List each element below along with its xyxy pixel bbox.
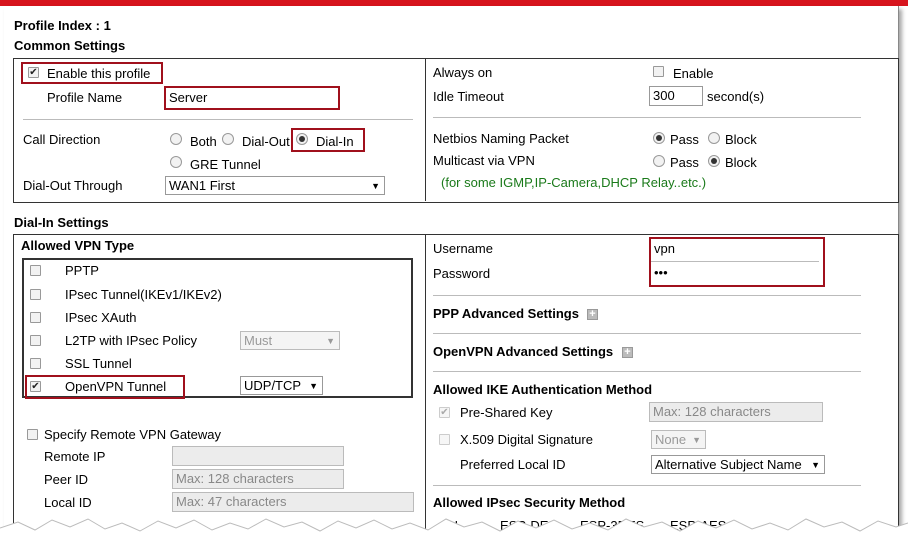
vpn-type-ssl-label: SSL Tunnel <box>65 356 132 371</box>
username-input[interactable]: vpn <box>654 241 675 256</box>
password-input[interactable]: ••• <box>654 265 668 280</box>
chevron-down-icon: ▼ <box>326 336 335 346</box>
peer-id-input[interactable]: Max: 128 characters <box>172 469 344 489</box>
dial-out-through-label: Dial-Out Through <box>23 178 123 193</box>
multicast-block-radio[interactable] <box>708 155 720 167</box>
call-direction-both-radio[interactable] <box>170 133 182 145</box>
openvpn-proto-select[interactable]: UDP/TCP ▼ <box>240 376 323 395</box>
ppp-advanced-title: PPP Advanced Settings <box>433 306 579 321</box>
divider <box>433 117 861 118</box>
x509-checkbox[interactable] <box>439 434 450 445</box>
call-direction-gre-label: GRE Tunnel <box>190 157 261 172</box>
x509-select[interactable]: None ▼ <box>651 430 706 449</box>
pre-shared-key-label: Pre-Shared Key <box>460 405 553 420</box>
call-direction-dialin-radio[interactable] <box>296 133 308 145</box>
divider <box>651 261 819 262</box>
chevron-down-icon: ▼ <box>692 435 701 445</box>
dial-out-through-select[interactable]: WAN1 First ▼ <box>165 176 385 195</box>
always-on-checkbox[interactable] <box>653 66 664 77</box>
vpn-type-ssl-checkbox[interactable] <box>30 358 41 369</box>
preferred-local-id-value: Alternative Subject Name <box>655 457 802 472</box>
dial-in-divider <box>425 234 426 534</box>
preferred-local-id-label: Preferred Local ID <box>460 457 566 472</box>
netbios-block-radio[interactable] <box>708 132 720 144</box>
vpn-type-l2tp-checkbox[interactable] <box>30 335 41 346</box>
local-id-label: Local ID <box>44 495 92 510</box>
always-on-label: Always on <box>433 65 493 80</box>
enable-profile-label: Enable this profile <box>47 66 151 81</box>
dial-out-through-value: WAN1 First <box>169 178 235 193</box>
call-direction-dialin-label: Dial-In <box>316 134 354 149</box>
call-direction-gre-radio[interactable] <box>170 156 182 168</box>
username-label: Username <box>433 241 493 256</box>
vpn-type-xauth-checkbox[interactable] <box>30 312 41 323</box>
common-settings-title: Common Settings <box>14 38 126 53</box>
profile-name-input[interactable]: Server <box>169 90 207 105</box>
netbios-label: Netbios Naming Packet <box>433 131 569 146</box>
specify-gateway-label: Specify Remote VPN Gateway <box>44 427 222 442</box>
x509-label: X.509 Digital Signature <box>460 432 593 447</box>
psk-input[interactable]: Max: 128 characters <box>649 402 823 422</box>
multicast-pass-label: Pass <box>670 155 699 170</box>
remote-ip-input[interactable] <box>172 446 344 466</box>
always-on-enable-label: Enable <box>673 66 714 81</box>
chevron-down-icon: ▼ <box>309 381 318 391</box>
vpn-type-ipsec-checkbox[interactable] <box>30 289 41 300</box>
vpn-type-pptp-checkbox[interactable] <box>30 265 41 276</box>
allowed-vpn-type-title: Allowed VPN Type <box>21 238 135 253</box>
divider <box>433 333 861 334</box>
peer-id-label: Peer ID <box>44 472 89 487</box>
vpn-type-pptp-label: PPTP <box>65 263 99 278</box>
call-direction-dialout-radio[interactable] <box>222 133 234 145</box>
openvpn-advanced-title: OpenVPN Advanced Settings <box>433 344 614 359</box>
chevron-down-icon: ▼ <box>371 181 380 191</box>
divider <box>433 371 861 372</box>
multicast-pass-radio[interactable] <box>653 155 665 167</box>
vpn-type-openvpn-checkbox[interactable]: ✔ <box>30 381 41 392</box>
pre-shared-key-checkbox[interactable]: ✔ <box>439 407 450 418</box>
password-label: Password <box>433 266 491 281</box>
plus-icon[interactable]: + <box>622 347 633 358</box>
call-direction-label: Call Direction <box>23 132 101 147</box>
profile-index-label: Profile Index : 1 <box>14 18 111 33</box>
remote-ip-label: Remote IP <box>44 449 106 464</box>
common-divider <box>425 58 426 201</box>
vpn-type-xauth-label: IPsec XAuth <box>65 310 137 325</box>
netbios-pass-label: Pass <box>670 132 699 147</box>
dial-in-settings-title: Dial-In Settings <box>14 215 109 230</box>
netbios-block-label: Block <box>725 132 757 147</box>
divider <box>23 119 413 120</box>
enable-profile-checkbox[interactable]: ✔ <box>28 67 39 78</box>
multicast-block-label: Block <box>725 155 757 170</box>
vpn-type-l2tp-label: L2TP with IPsec Policy <box>65 333 197 348</box>
ike-auth-title: Allowed IKE Authentication Method <box>433 382 653 397</box>
idle-timeout-unit: second(s) <box>707 89 765 104</box>
torn-edge-overlay <box>0 518 908 549</box>
netbios-pass-radio[interactable] <box>653 132 665 144</box>
specify-gateway-checkbox[interactable] <box>27 429 38 440</box>
vpn-type-ipsec-label: IPsec Tunnel(IKEv1/IKEv2) <box>65 287 222 302</box>
divider <box>433 485 861 486</box>
preferred-local-id-select[interactable]: Alternative Subject Name ▼ <box>651 455 825 474</box>
call-direction-dialout-label: Dial-Out <box>242 134 290 149</box>
l2tp-policy-value: Must <box>244 333 273 348</box>
vpn-type-openvpn-label: OpenVPN Tunnel <box>65 379 167 394</box>
idle-timeout-label: Idle Timeout <box>433 89 504 104</box>
local-id-input[interactable]: Max: 47 characters <box>172 492 414 512</box>
idle-timeout-input[interactable]: 300 <box>649 86 703 106</box>
openvpn-proto-value: UDP/TCP <box>244 378 302 393</box>
highlight-credentials <box>649 237 825 287</box>
chevron-down-icon: ▼ <box>811 460 820 470</box>
ipsec-security-title: Allowed IPsec Security Method <box>433 495 626 510</box>
profile-name-label: Profile Name <box>47 90 123 105</box>
call-direction-both-label: Both <box>190 134 217 149</box>
multicast-label: Multicast via VPN <box>433 153 535 168</box>
divider <box>433 295 861 296</box>
plus-icon[interactable]: + <box>587 309 598 320</box>
multicast-note: (for some IGMP,IP-Camera,DHCP Relay..etc… <box>441 175 707 190</box>
l2tp-policy-select[interactable]: Must ▼ <box>240 331 340 350</box>
x509-value: None <box>655 432 687 447</box>
